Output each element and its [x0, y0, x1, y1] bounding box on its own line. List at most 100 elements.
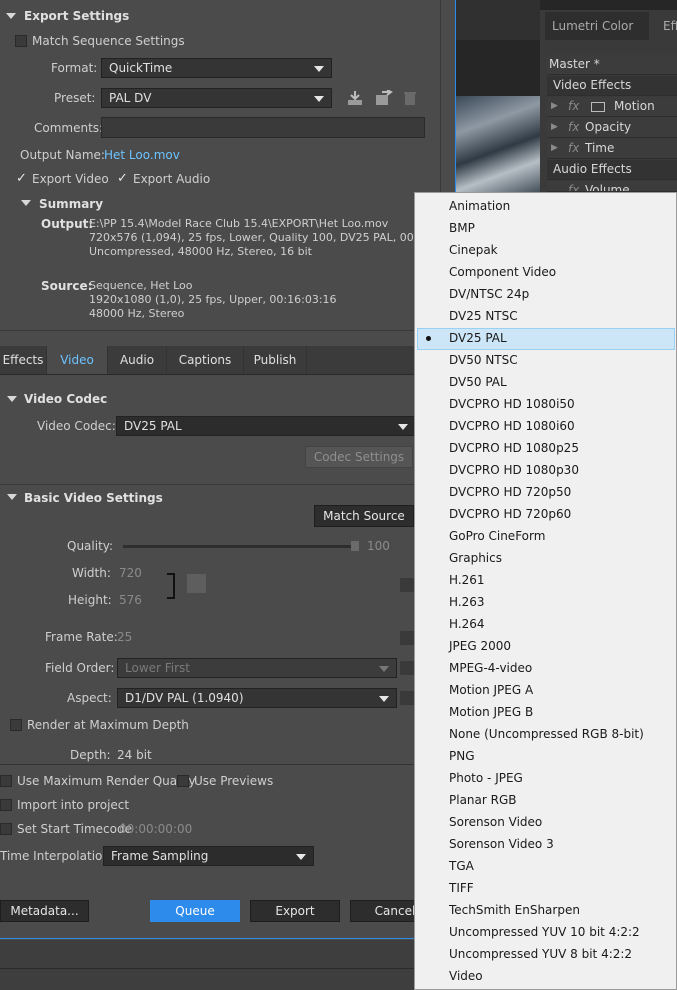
match-source-button[interactable]: Match Source	[314, 505, 414, 527]
effect-row-opacity[interactable]: ▶ fx Opacity	[547, 118, 677, 138]
height-value[interactable]: 576	[119, 593, 142, 607]
quality-slider-handle[interactable]	[351, 541, 359, 551]
codec-menu-item[interactable]: DV50 PAL	[449, 375, 507, 389]
comments-input[interactable]	[101, 117, 425, 138]
effect-row-time-remapping[interactable]: ▶ fx Time Remapping	[547, 139, 677, 174]
export-button[interactable]: Export	[250, 900, 340, 922]
codec-menu-item[interactable]: DVCPRO HD 720p60	[449, 507, 571, 521]
codec-settings-button[interactable]: Codec Settings	[305, 446, 413, 468]
tab-publish[interactable]: Publish	[244, 346, 307, 374]
codec-menu-item[interactable]: Animation	[449, 199, 510, 213]
codec-menu-item[interactable]: DVCPRO HD 1080p25	[449, 441, 579, 455]
codec-menu-item[interactable]: TIFF	[449, 881, 474, 895]
codec-menu-item[interactable]: JPEG 2000	[449, 639, 511, 653]
codec-menu-item[interactable]: GoPro CineForm	[449, 529, 545, 543]
codec-menu-item[interactable]: H.261	[449, 573, 485, 587]
codec-menu-item[interactable]: Uncompressed YUV 8 bit 4:2:2	[449, 947, 632, 961]
codec-menu-item[interactable]: Video	[449, 969, 483, 983]
render-max-depth-checkbox[interactable]	[10, 719, 22, 731]
match-source-field-checkbox[interactable]	[400, 661, 414, 675]
fx-icon[interactable]: fx	[568, 181, 579, 191]
codec-menu-item[interactable]: Sorenson Video	[449, 815, 542, 829]
effect-row-motion[interactable]: ▶ fx Motion	[547, 97, 677, 117]
output-name-link[interactable]: Het Loo.mov	[104, 148, 180, 162]
use-max-render-checkbox[interactable]	[0, 775, 12, 787]
codec-menu-item[interactable]: DV50 NTSC	[449, 353, 518, 367]
codec-menu-item[interactable]: DVCPRO HD 1080i50	[449, 397, 575, 411]
export-audio-checkbox[interactable]: ✓	[117, 172, 128, 185]
summary-triangle-icon[interactable]	[21, 200, 31, 206]
aspect-value: D1/DV PAL (1.0940)	[125, 691, 244, 705]
dialog-bottom-border	[0, 938, 456, 939]
codec-menu-item[interactable]: H.264	[449, 617, 485, 631]
depth-label: Depth:	[70, 748, 111, 762]
start-timecode-value[interactable]: 00:00:00:00	[119, 822, 192, 836]
metadata-button[interactable]: Metadata...	[0, 900, 89, 922]
tab-video[interactable]: Video	[47, 346, 108, 374]
codec-menu-item[interactable]: MPEG-4-video	[449, 661, 532, 675]
codec-menu-item[interactable]: BMP	[449, 221, 475, 235]
expand-triangle-icon[interactable]: ▶	[551, 139, 558, 158]
time-interpolation-label: Time Interpolation:	[0, 849, 115, 863]
import-preset-icon[interactable]	[374, 90, 394, 106]
codec-menu-item[interactable]: Motion JPEG B	[449, 705, 533, 719]
format-dropdown[interactable]: QuickTime	[101, 58, 332, 78]
fx-icon[interactable]: fx	[568, 97, 579, 116]
import-project-checkbox[interactable]	[0, 799, 12, 811]
match-source-framerate-checkbox[interactable]	[400, 631, 414, 645]
set-start-timecode-checkbox[interactable]	[0, 823, 12, 835]
tab-effects[interactable]: Effects	[0, 346, 47, 374]
save-preset-icon[interactable]	[346, 90, 364, 106]
section-divider	[0, 484, 414, 485]
width-value[interactable]: 720	[119, 566, 142, 580]
export-video-checkbox[interactable]: ✓	[16, 172, 27, 185]
codec-menu-item[interactable]: H.263	[449, 595, 485, 609]
video-codec-header: Video Codec	[24, 392, 108, 406]
width-label: Width:	[72, 566, 111, 580]
match-sequence-checkbox[interactable]	[15, 35, 27, 47]
tab-lumetri-color[interactable]: Lumetri Color	[545, 12, 649, 40]
codec-menu-item[interactable]: DVCPRO HD 720p50	[449, 485, 571, 499]
tab-effect-controls[interactable]: Eff	[653, 12, 677, 40]
codec-menu-item[interactable]: DV/NTSC 24p	[449, 287, 529, 301]
codec-menu-item[interactable]: Cinepak	[449, 243, 498, 257]
codec-menu-item[interactable]: Component Video	[449, 265, 556, 279]
preset-dropdown[interactable]: PAL DV	[101, 88, 332, 108]
collapse-triangle-icon[interactable]	[6, 13, 16, 19]
match-source-aspect-checkbox[interactable]	[400, 691, 414, 705]
aspect-dropdown[interactable]: D1/DV PAL (1.0940)	[117, 688, 397, 708]
match-source-width-checkbox[interactable]	[400, 578, 414, 592]
constrain-proportions-checkbox[interactable]	[187, 574, 206, 593]
fx-icon[interactable]: fx	[568, 139, 579, 158]
trash-icon[interactable]	[403, 90, 417, 106]
expand-triangle-icon[interactable]: ▶	[551, 118, 558, 137]
codec-menu-item[interactable]: DV25 NTSC	[449, 309, 518, 323]
codec-menu-item[interactable]: DVCPRO HD 1080p30	[449, 463, 579, 477]
fx-icon[interactable]: fx	[568, 118, 579, 137]
tab-captions[interactable]: Captions	[167, 346, 244, 374]
quality-slider-track[interactable]	[123, 545, 355, 548]
codec-menu-item[interactable]: Graphics	[449, 551, 502, 565]
queue-button[interactable]: Queue	[150, 900, 240, 922]
codec-menu-item[interactable]: PNG	[449, 749, 475, 763]
time-interpolation-dropdown[interactable]: Frame Sampling	[103, 846, 314, 866]
codec-menu-item[interactable]: TGA	[449, 859, 474, 873]
codec-menu-item[interactable]: TechSmith EnSharpen	[449, 903, 580, 917]
codec-menu-item[interactable]: Planar RGB	[449, 793, 517, 807]
codec-menu-item[interactable]: Uncompressed YUV 10 bit 4:2:2	[449, 925, 640, 939]
codec-menu-item[interactable]: Photo - JPEG	[449, 771, 523, 785]
codec-menu-item[interactable]: Sorenson Video 3	[449, 837, 554, 851]
field-order-dropdown[interactable]: Lower First	[117, 658, 397, 678]
codec-menu-item[interactable]: DV25 PAL	[449, 331, 507, 345]
codec-menu-item[interactable]: Motion JPEG A	[449, 683, 533, 697]
video-codec-triangle-icon[interactable]	[7, 396, 17, 402]
effect-row-volume[interactable]: fx Volume	[547, 181, 677, 192]
codec-menu-item[interactable]: None (Uncompressed RGB 8-bit)	[449, 727, 644, 741]
field-order-label: Field Order:	[45, 661, 115, 675]
codec-menu-item[interactable]: DVCPRO HD 1080i60	[449, 419, 575, 433]
basic-video-triangle-icon[interactable]	[7, 494, 17, 500]
tab-audio[interactable]: Audio	[108, 346, 167, 374]
expand-triangle-icon[interactable]: ▶	[551, 97, 558, 116]
use-previews-checkbox[interactable]	[177, 775, 189, 787]
video-codec-dropdown[interactable]: DV25 PAL	[116, 416, 416, 436]
